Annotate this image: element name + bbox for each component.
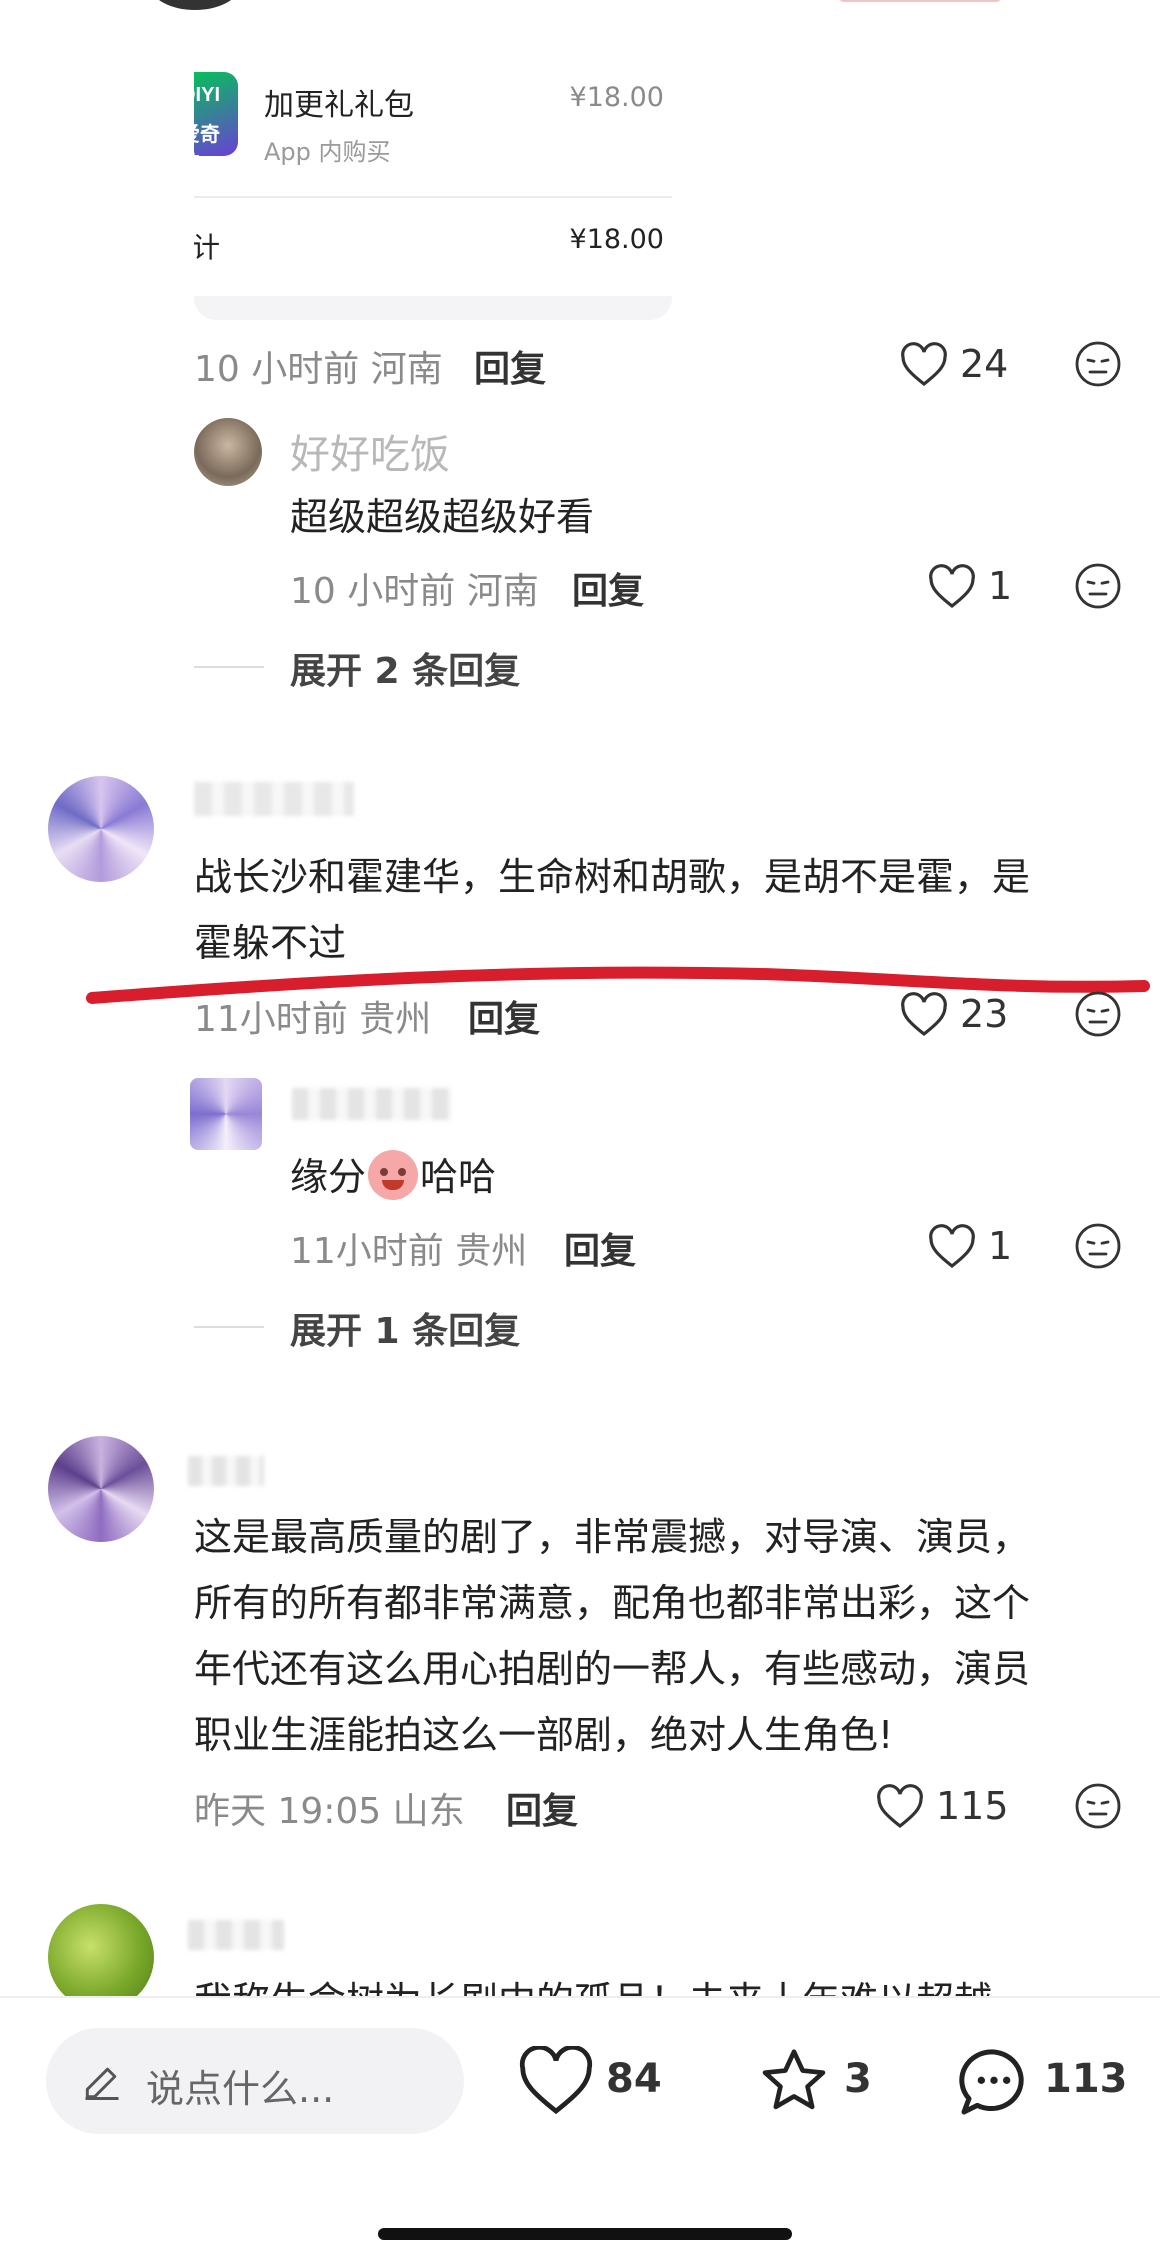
like-button[interactable]: 115 (876, 1782, 1026, 1832)
expand-divider (194, 666, 264, 668)
comment-count: 113 (1044, 2056, 1128, 2102)
expand-replies-button[interactable]: 展开 2 条回复 (290, 642, 520, 694)
reply-button[interactable]: 回复 (572, 562, 644, 614)
avatar[interactable] (190, 1078, 262, 1150)
reply-username[interactable]: 好好吃饭 (290, 422, 450, 480)
like-button[interactable]: 24 (900, 340, 1020, 390)
dislike-button[interactable] (1074, 1222, 1122, 1270)
username-blurred (188, 1920, 284, 1950)
username-blurred (292, 1088, 452, 1120)
post-like-button[interactable]: 84 (518, 2046, 668, 2116)
reply-button[interactable]: 回复 (564, 1222, 636, 1274)
avatar[interactable] (48, 1436, 154, 1542)
partial-divider-top (840, 0, 1000, 2)
bottom-bar: 说点什么... 84 3 113 (0, 1996, 1160, 2267)
avatar[interactable] (48, 776, 154, 882)
heart-icon (901, 992, 947, 1037)
meh-face-icon (1075, 1783, 1121, 1829)
like-count: 24 (960, 342, 1009, 386)
like-button[interactable]: 23 (900, 990, 1020, 1040)
favorite-button[interactable]: 3 (756, 2044, 886, 2120)
like-button[interactable]: 1 (928, 1222, 1028, 1272)
iqiyi-app-icon: QIYI 爱奇艺 (194, 72, 238, 156)
favorite-count: 3 (844, 2056, 872, 2102)
comment-text: 职业生涯能拍这么一部剧，绝对人生角色! (194, 1713, 894, 1757)
heart-icon (901, 342, 947, 387)
like-count: 115 (936, 1784, 1009, 1828)
meh-face-icon (1075, 1223, 1121, 1269)
heart-icon (877, 1784, 923, 1829)
card-divider (194, 196, 672, 198)
item-name: 加更礼礼包 (264, 88, 414, 123)
total-label: 合计 (194, 231, 220, 264)
pencil-icon (85, 2067, 119, 2100)
item-price: ¥18.00 (569, 82, 664, 113)
reply-meta: 11小时前 贵州 (290, 1231, 528, 1272)
avatar[interactable] (194, 418, 262, 486)
meh-face-icon (1075, 563, 1121, 609)
comment-text: 年代还有这么用心拍剧的一帮人，有些感动，演员 (194, 1647, 1031, 1691)
reply-button[interactable]: 回复 (474, 340, 546, 392)
dislike-button[interactable] (1074, 1782, 1122, 1830)
reply-text: 超级超级超级好看 (290, 495, 595, 539)
comment-input[interactable]: 说点什么... (46, 2028, 464, 2134)
item-type: App 内购买 (264, 138, 391, 166)
reply-button[interactable]: 回复 (506, 1782, 578, 1834)
meh-face-icon (1075, 341, 1121, 387)
comment-meta: 10 小时前 河南 (194, 349, 443, 390)
username-blurred (194, 782, 354, 816)
dislike-button[interactable] (1074, 562, 1122, 610)
expand-divider (194, 1326, 264, 1328)
like-count: 1 (988, 1224, 1013, 1268)
total-price: ¥18.00 (569, 224, 664, 255)
comment-meta: 昨天 19:05 山东 (194, 1791, 465, 1832)
dislike-button[interactable] (1074, 990, 1122, 1038)
input-placeholder: 说点什么... (146, 2067, 335, 2111)
purchase-card[interactable]: QIYI 爱奇艺 加更礼礼包 ¥18.00 App 内购买 合计 ¥18.00 (194, 18, 672, 320)
meh-face-icon (1075, 991, 1121, 1037)
reply-text: 缘分 哈哈 (290, 1144, 496, 1210)
like-button[interactable]: 1 (928, 562, 1028, 612)
comment-text: 所有的所有都非常满意，配角也都非常出彩，这个 (194, 1581, 1031, 1625)
comments-button[interactable]: 113 (954, 2042, 1134, 2122)
star-icon (762, 2049, 826, 2110)
laughing-emoji-icon (368, 1150, 419, 1200)
reply-button[interactable]: 回复 (468, 990, 540, 1042)
like-count: 1 (988, 564, 1013, 608)
comment-text: 这是最高质量的剧了，非常震撼，对导演、演员， (194, 1515, 1031, 1559)
like-count: 23 (960, 992, 1009, 1036)
home-indicator (378, 2228, 792, 2240)
heart-icon (519, 2046, 593, 2115)
reply-meta: 10 小时前 河南 (290, 571, 539, 612)
username-blurred (188, 1456, 264, 1486)
expand-replies-button[interactable]: 展开 1 条回复 (290, 1302, 520, 1354)
comment-text: 战长沙和霍建华，生命树和胡歌，是胡不是霍，是 (194, 855, 1031, 899)
heart-icon (929, 1224, 975, 1269)
comment-meta: 11小时前 贵州 (194, 999, 432, 1040)
partial-avatar-top (150, 0, 240, 10)
chat-bubble-icon (959, 2049, 1024, 2115)
avatar[interactable] (48, 1904, 154, 2010)
post-like-count: 84 (606, 2056, 662, 2102)
dislike-button[interactable] (1074, 340, 1122, 388)
heart-icon (929, 564, 975, 609)
